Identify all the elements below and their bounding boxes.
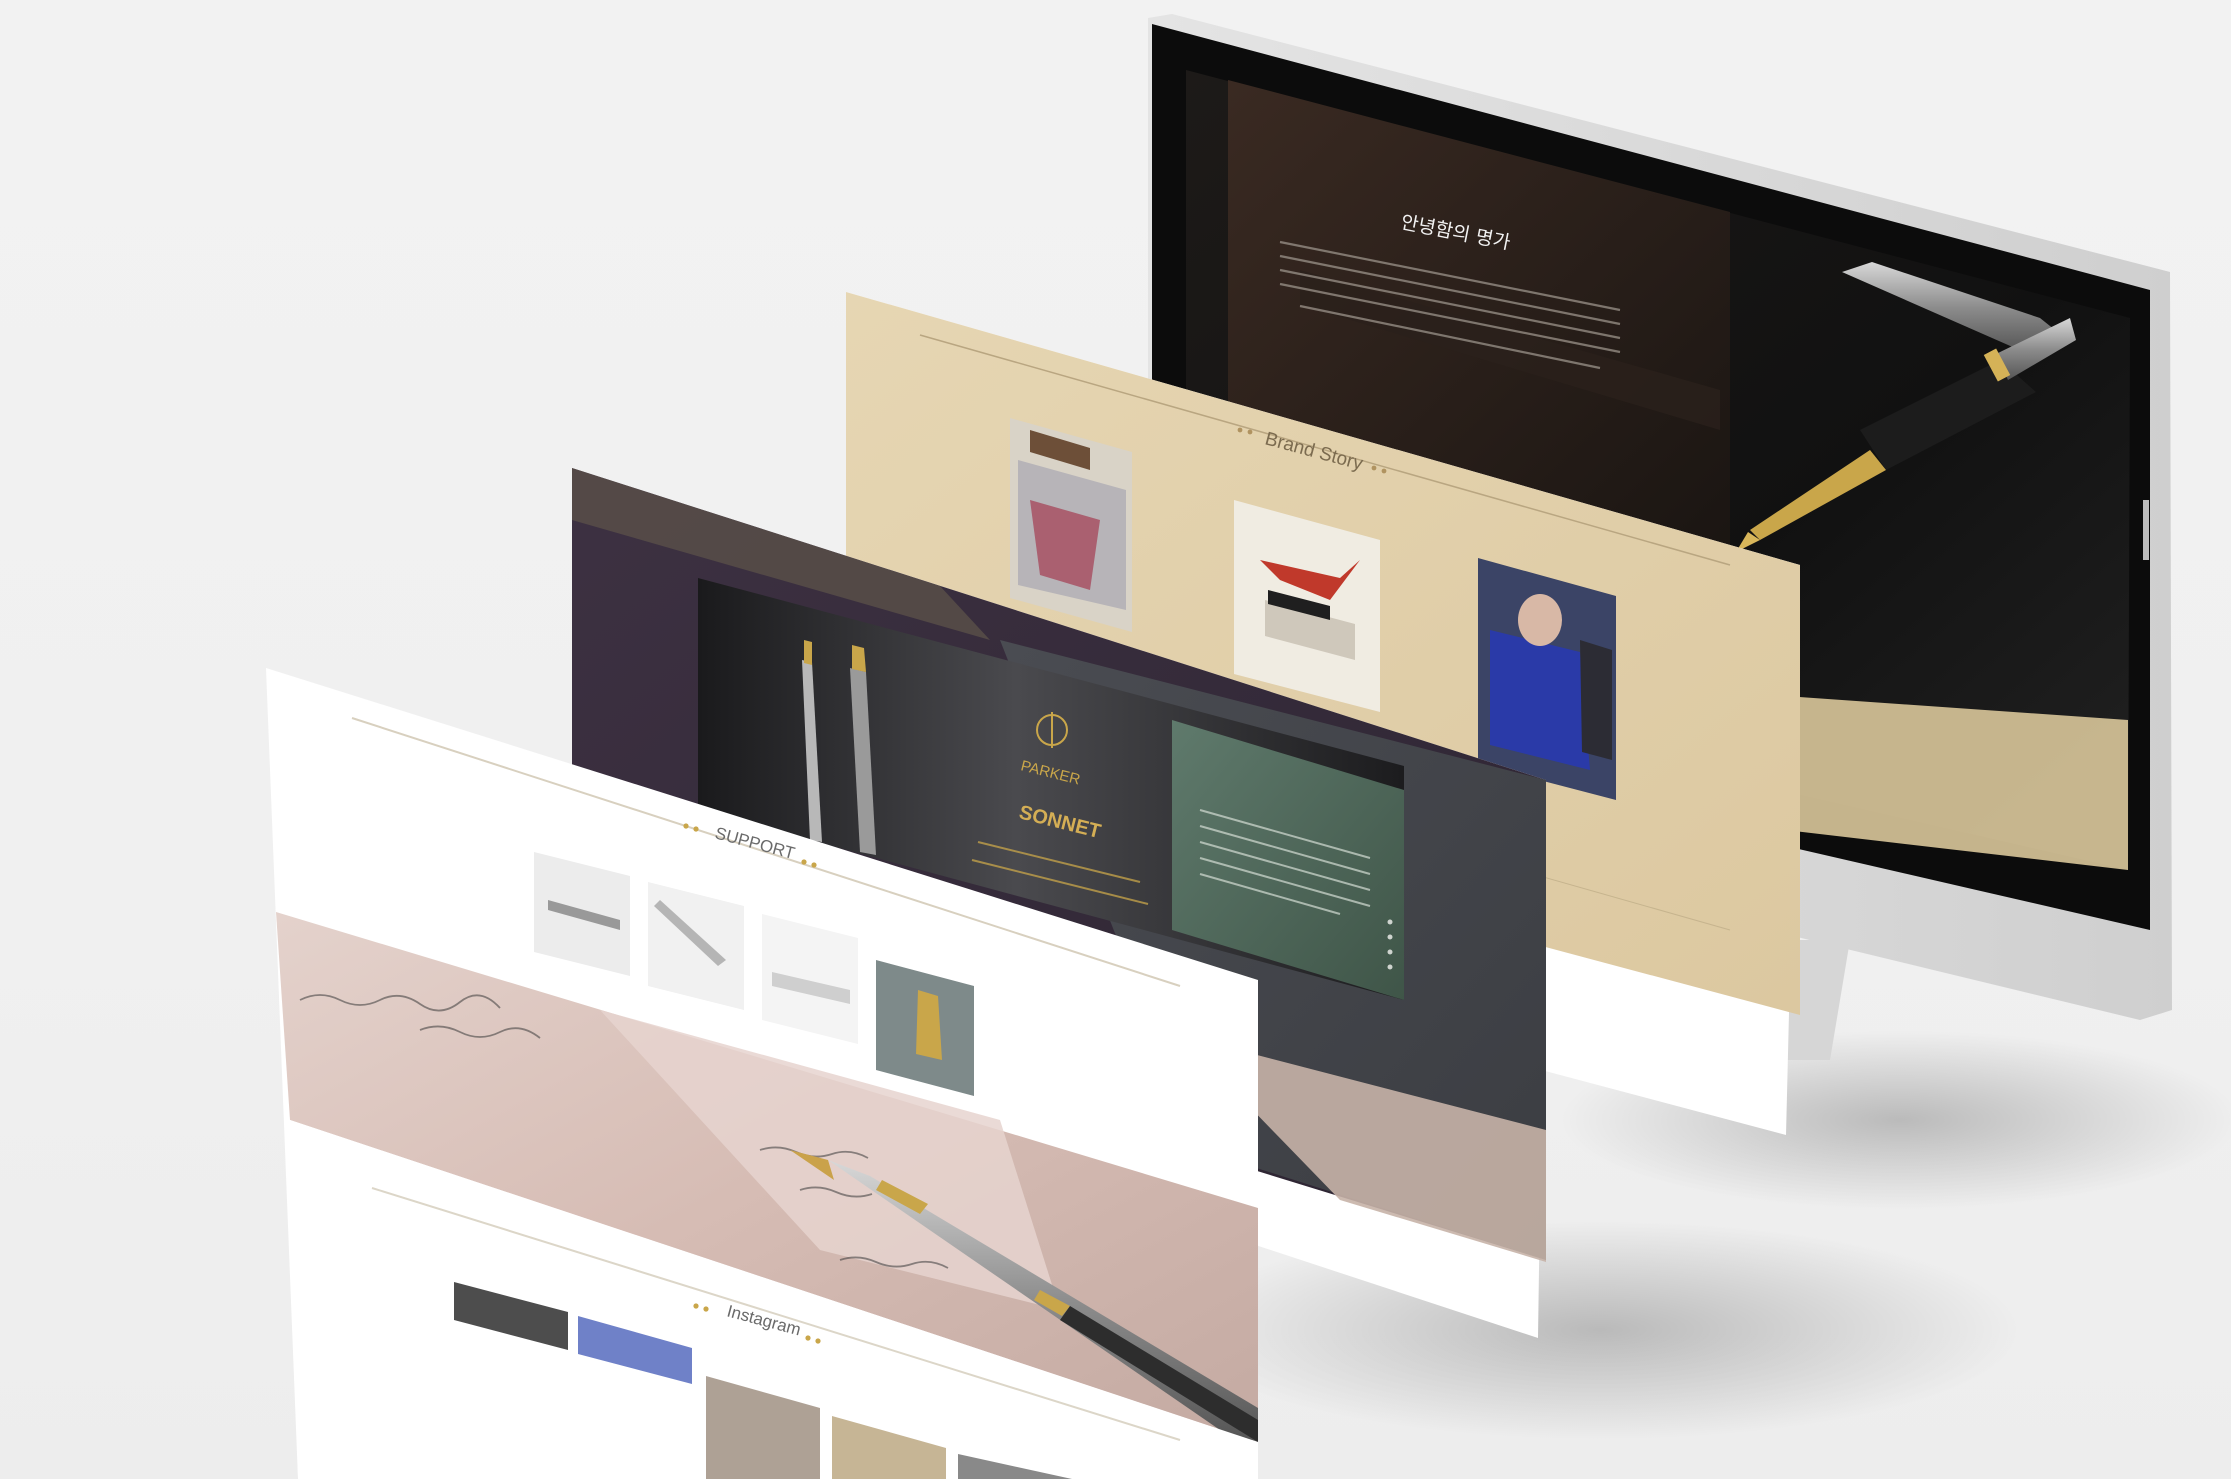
- mockup-illustration: 안녕함의 명가 Brand Story PARKER SONNET SUPPOR…: [266, 14, 2231, 1479]
- signing-photo: [1478, 558, 1616, 800]
- vintage-ad-image-1: [1010, 418, 1132, 632]
- mockup-scene: 안녕함의 명가 Brand Story PARKER SONNET SUPPOR…: [0, 0, 2231, 1479]
